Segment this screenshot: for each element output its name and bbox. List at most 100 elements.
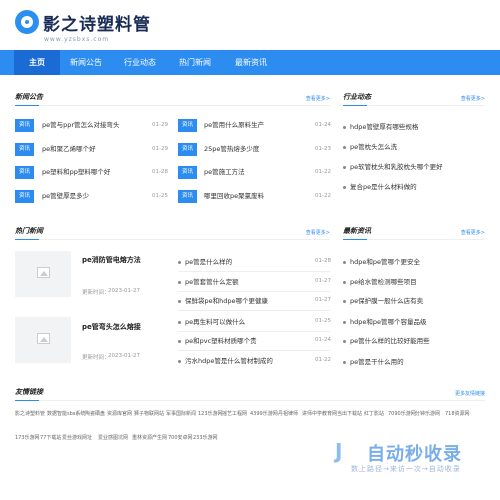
hot-item[interactable]: pe和pvc塑料材质哪个贵 (185, 335, 257, 347)
friend-link[interactable]: 狮子物联网站 (134, 410, 164, 417)
nav-news[interactable]: 新闻公告 (62, 50, 110, 75)
news-date: 01-22 (315, 193, 331, 199)
friend-link[interactable]: 当出下载站 (337, 410, 362, 417)
news-item[interactable]: pe管施工方法 (204, 166, 245, 179)
bullet-icon (343, 281, 346, 284)
news-tag[interactable]: 资讯 (15, 166, 34, 179)
news-tag[interactable]: 资讯 (15, 190, 34, 203)
friend-link[interactable]: 影之诗塑料管 (15, 410, 45, 417)
friend-link[interactable]: 分钟乐游网 (415, 410, 440, 417)
friend-link[interactable]: 77下载站 (40, 434, 61, 441)
friend-link[interactable]: 摇艺工程网 (222, 410, 247, 417)
latest-item[interactable]: hdpe和pe管哪个容量品级 (350, 316, 427, 328)
friend-link[interactable]: 红丁影站 (364, 410, 384, 417)
hot-item[interactable]: pe再生料可以做什么 (185, 316, 245, 328)
divider (178, 350, 330, 351)
news-date: 01-22 (315, 169, 331, 175)
bullet-icon (178, 300, 181, 303)
news-item[interactable]: 25pe管热熔多少度 (204, 143, 259, 156)
friend-link[interactable]: 4399乐游网 (250, 410, 278, 417)
logo-icon (15, 10, 39, 34)
friend-link[interactable]: 233乐游网 (193, 434, 218, 441)
image-placeholder-icon (37, 333, 50, 344)
friend-link[interactable]: 爱丝游戏网址 (62, 434, 92, 441)
news-tag[interactable]: 资讯 (178, 190, 197, 203)
friend-link[interactable]: 123乐游网 (198, 410, 223, 417)
friend-link[interactable]: 718资源网 (445, 410, 470, 417)
friend-link[interactable]: 资源库官网 (107, 410, 132, 417)
nav-hot[interactable]: 热门新闻 (170, 50, 220, 75)
latest-item[interactable]: pe管什么样的比较好能用些 (350, 335, 430, 347)
hot-item[interactable]: pe管套管什么定额 (185, 276, 239, 288)
divider (178, 291, 330, 292)
news-tag[interactable]: 资讯 (15, 143, 34, 156)
watermark-subtitle: 数上路径→来访一次→自动收录 (351, 465, 461, 473)
bullet-icon (178, 281, 181, 284)
friend-link[interactable]: 爱业感图坑网 (98, 434, 128, 441)
latest-item[interactable]: hdpe和pe管哪个更安全 (350, 256, 420, 268)
card-title[interactable]: pe管弯头怎么熔接 (82, 322, 141, 332)
section-accent-bar (343, 105, 367, 106)
bullet-icon (178, 340, 181, 343)
news-item[interactable]: pe管壁厚是多少 (42, 190, 89, 203)
news-item[interactable]: 哪里回收pe聚氯废料 (204, 190, 264, 203)
news-section-header: 新闻公告 查看更多> (15, 92, 330, 106)
site-logo[interactable]: 影之诗塑料管 (15, 6, 151, 38)
industry-section-title: 行业动态 (343, 93, 371, 101)
industry-item[interactable]: pe管枕头怎么洗 (350, 141, 397, 153)
industry-more-link[interactable]: 查看更多> (461, 95, 485, 102)
nav-home[interactable]: 主页 (14, 50, 60, 75)
industry-item[interactable]: 复合pe是什么材料做的 (350, 181, 417, 193)
bullet-icon (343, 361, 346, 364)
card-image[interactable] (15, 317, 71, 363)
hot-item[interactable]: 保鲜袋pe和hdpe哪个更健康 (185, 295, 268, 307)
latest-item[interactable]: pe给水管检测哪些项目 (350, 276, 417, 288)
industry-item[interactable]: hdpe管壁厚有哪些规格 (350, 121, 418, 133)
links-more-link[interactable]: 更多友情链接 (455, 390, 485, 397)
news-date: 01-29 (152, 122, 168, 128)
divider (178, 310, 330, 311)
nav-industry[interactable]: 行业动态 (116, 50, 164, 75)
friend-link[interactable]: 丹祖律师 (278, 410, 298, 417)
news-item[interactable]: pe和聚乙烯哪个好 (42, 143, 96, 156)
latest-section-title: 最新资讯 (343, 227, 371, 235)
image-placeholder-icon (37, 267, 50, 278)
latest-item[interactable]: pe保护膜一般什么店有卖 (350, 295, 423, 307)
friend-link[interactable]: 军事国际新闻 (166, 410, 196, 417)
news-item[interactable]: pe管与ppr管怎么对接弯头 (42, 119, 120, 132)
news-tag[interactable]: 资讯 (178, 119, 197, 132)
hot-item[interactable]: 污水hdpe管是什么管材制成的 (185, 355, 273, 367)
news-tag[interactable]: 资讯 (15, 119, 34, 132)
nav-latest[interactable]: 最新资讯 (226, 50, 276, 75)
news-item[interactable]: pe塑料和pp塑料哪个好 (42, 166, 110, 179)
friend-link[interactable]: 重林资源产生网 (132, 434, 167, 441)
links-section-title: 友情链接 (15, 388, 43, 396)
news-tag[interactable]: 资讯 (178, 166, 197, 179)
friend-link[interactable]: 7090乐游网 (388, 410, 416, 417)
news-date: 01-29 (152, 146, 168, 152)
hot-item[interactable]: pe管是什么样的 (185, 256, 232, 268)
latest-more-link[interactable]: 查看更多> (461, 229, 485, 236)
friend-link[interactable]: 讲师中学教育网 (302, 410, 337, 417)
news-more-link[interactable]: 查看更多> (306, 95, 330, 102)
links-section-header: 友情链接 更多友情链接 (15, 387, 485, 401)
friend-link[interactable]: 173乐游网 (15, 434, 40, 441)
card-image[interactable] (15, 251, 71, 297)
card-time-label: 更新时间： (82, 290, 110, 296)
friend-link[interactable]: 700安卓网 (168, 434, 193, 441)
card-title[interactable]: pe消防管电熔方法 (82, 255, 141, 265)
hot-more-link[interactable]: 查看更多> (306, 229, 330, 236)
industry-item[interactable]: pe软管枕头和乳胶枕头哪个更好 (350, 161, 443, 173)
latest-item[interactable]: pe管是干什么用的 (350, 356, 404, 368)
news-item[interactable]: pe管用什么原料生产 (204, 119, 264, 132)
section-accent-bar (343, 239, 367, 240)
friend-link[interactable]: 数据智能sbs系统 (47, 410, 85, 417)
bullet-icon (343, 126, 346, 129)
bullet-icon (343, 261, 346, 264)
bullet-icon (343, 166, 346, 169)
news-tag[interactable]: 资讯 (178, 143, 197, 156)
hot-date: 01-27 (315, 297, 331, 303)
hot-section-header: 热门新闻 查看更多> (15, 226, 330, 240)
card-time: 2023-01-27 (108, 288, 140, 294)
friend-link[interactable]: 陶瓷硒盘 (85, 410, 105, 417)
